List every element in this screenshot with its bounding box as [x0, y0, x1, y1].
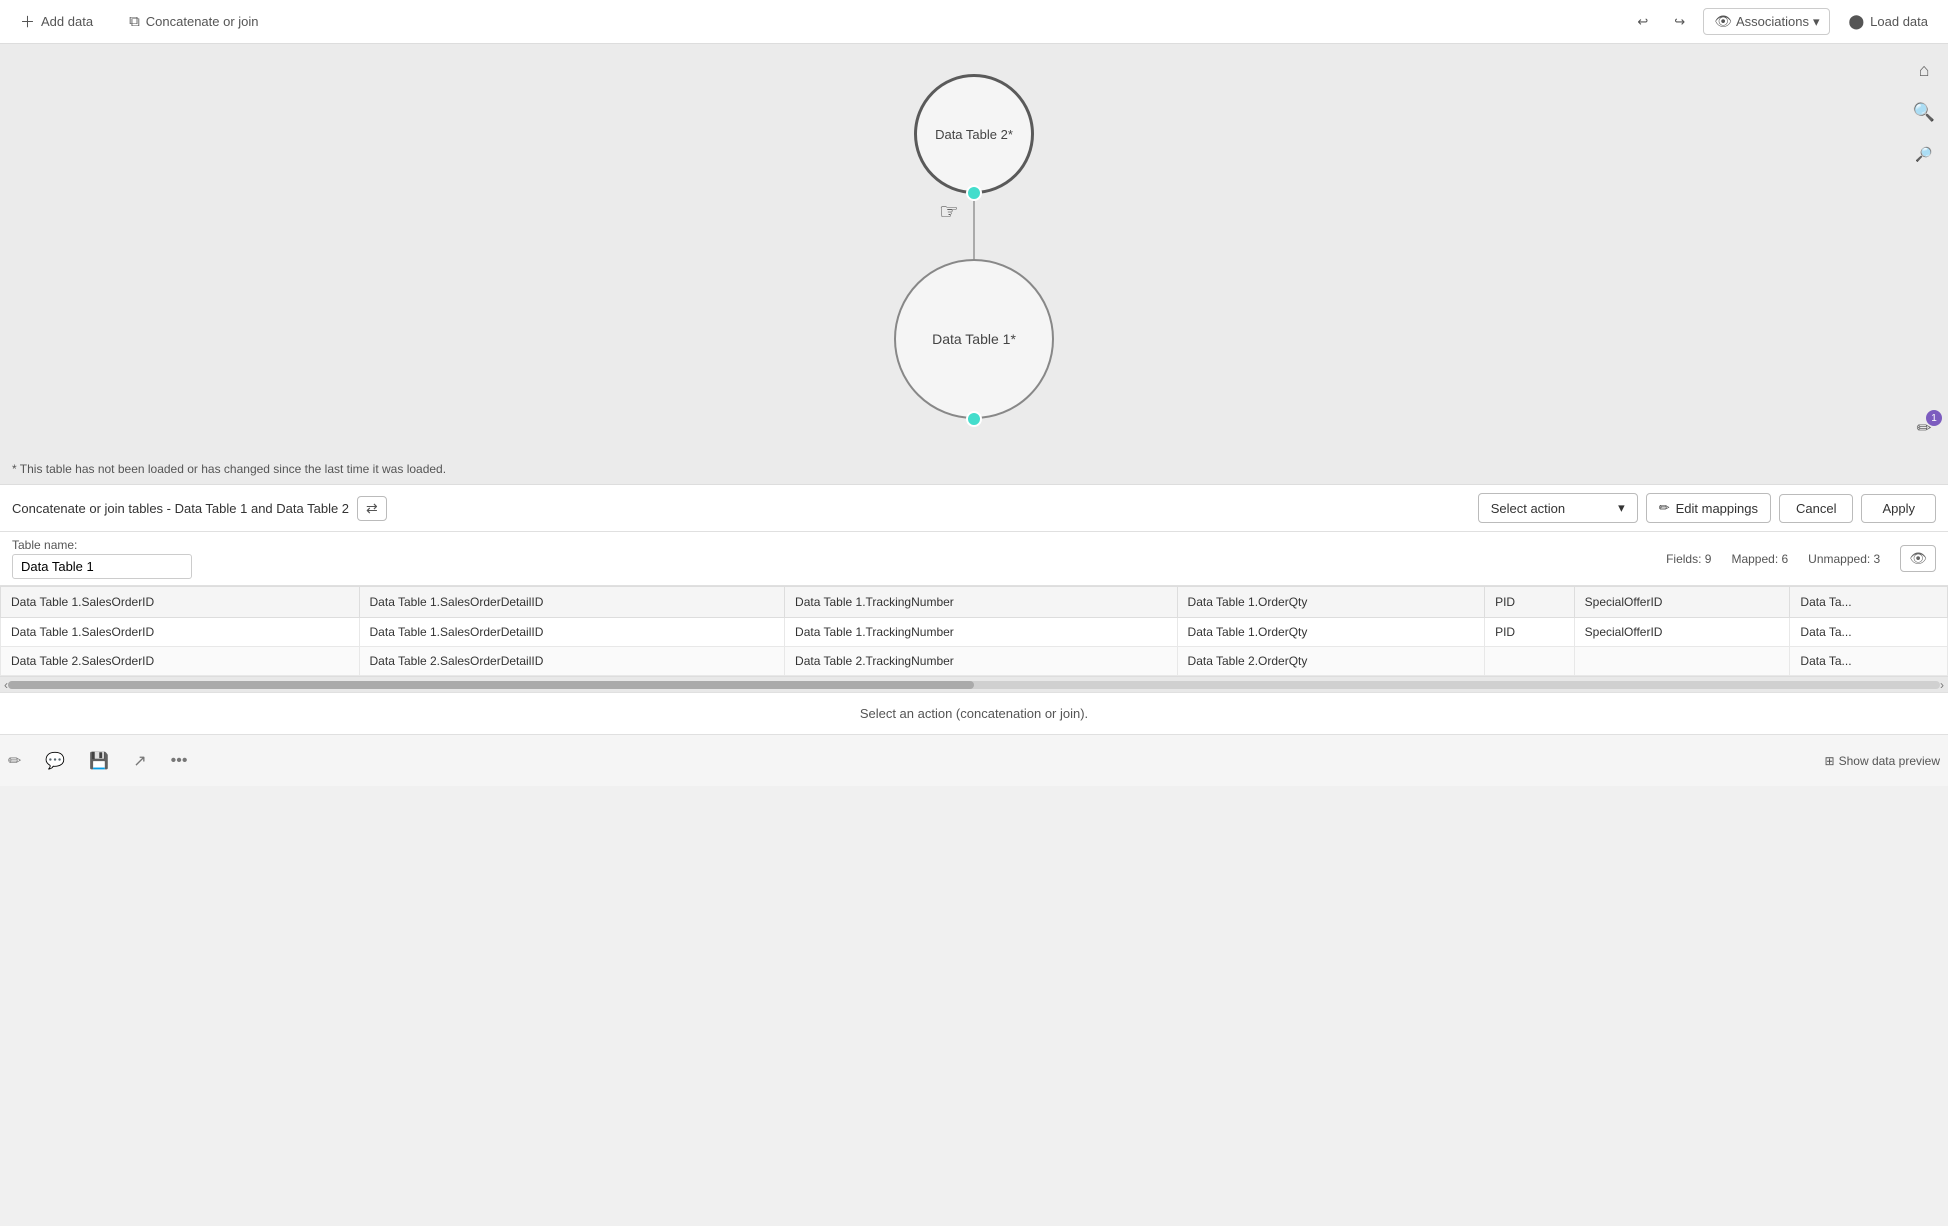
status-message: Select an action (concatenation or join)…: [860, 706, 1088, 721]
redo-button[interactable]: ↪: [1666, 10, 1693, 34]
fields-count: Fields: 9: [1666, 552, 1711, 566]
insights-button[interactable]: ✏ 1: [1906, 410, 1942, 446]
bottom-icon-bar: ✏ 💬 💾 ↗ ••• ⊞ Show data preview: [0, 734, 1948, 786]
table-header-row: Data Table 1.SalesOrderID Data Table 1.S…: [1, 587, 1948, 618]
zoom-out-button[interactable]: 🔎: [1906, 136, 1942, 172]
col-header-2: Data Table 1.SalesOrderDetailID: [359, 587, 785, 618]
dropdown-arrow-icon: ▾: [1618, 500, 1625, 516]
more-icon: •••: [171, 752, 188, 770]
cancel-button[interactable]: Cancel: [1779, 494, 1853, 523]
grid-icon: ⊞: [1825, 754, 1835, 768]
cell-1-6: SpecialOfferID: [1574, 618, 1790, 647]
table-name-input[interactable]: [12, 554, 192, 579]
cell-2-3: Data Table 2.TrackingNumber: [785, 647, 1178, 676]
col-header-1: Data Table 1.SalesOrderID: [1, 587, 360, 618]
comment-button[interactable]: 💬: [45, 751, 65, 771]
connector-dot-bottom: [966, 411, 982, 427]
unmapped-count: Unmapped: 3: [1808, 552, 1880, 566]
horizontal-scrollbar[interactable]: ‹ ›: [0, 676, 1948, 692]
data-table: Data Table 1.SalesOrderID Data Table 1.S…: [0, 586, 1948, 676]
pencil-tool-icon: ✏: [8, 751, 21, 771]
table-row: Data Table 2.SalesOrderID Data Table 2.S…: [1, 647, 1948, 676]
cell-2-5: [1485, 647, 1575, 676]
canvas-area: Data Table 2* ☞ Data Table 1* ⌂ 🔍 🔎 ✏ 1: [0, 44, 1948, 454]
comment-icon: 💬: [45, 751, 65, 771]
panel-toolbar-right: Select action ▾ ✏ Edit mappings Cancel A…: [1478, 493, 1936, 523]
table-name-section: Table name:: [12, 538, 192, 579]
load-data-button[interactable]: ⬤ Load data: [1840, 9, 1936, 34]
cell-1-1: Data Table 1.SalesOrderID: [1, 618, 360, 647]
scrollbar-thumb[interactable]: [8, 681, 974, 689]
save-button[interactable]: 💾: [89, 751, 109, 771]
associations-button[interactable]: 👁 Associations ▾: [1703, 8, 1830, 35]
pencil-icon: ✏: [1659, 500, 1670, 516]
cell-2-7: Data Ta...: [1790, 647, 1948, 676]
zoom-in-button[interactable]: 🔍: [1906, 94, 1942, 130]
cell-2-1: Data Table 2.SalesOrderID: [1, 647, 360, 676]
field-stats: Fields: 9 Mapped: 6 Unmapped: 3 👁: [1666, 545, 1936, 572]
col-header-5: PID: [1485, 587, 1575, 618]
cell-1-3: Data Table 1.TrackingNumber: [785, 618, 1178, 647]
table-name-row: Table name: Fields: 9 Mapped: 6 Unmapped…: [0, 532, 1948, 586]
add-data-button[interactable]: ＋ Add data: [12, 7, 101, 36]
scrollbar-track[interactable]: [8, 681, 1940, 689]
more-options-button[interactable]: •••: [171, 752, 188, 770]
mapped-count: Mapped: 6: [1731, 552, 1788, 566]
undo-button[interactable]: ↩: [1629, 10, 1656, 34]
cell-2-4: Data Table 2.OrderQty: [1177, 647, 1485, 676]
col-header-6: SpecialOfferID: [1574, 587, 1790, 618]
table-name-label: Table name:: [12, 538, 192, 552]
add-icon: ＋: [20, 11, 35, 32]
col-header-4: Data Table 1.OrderQty: [1177, 587, 1485, 618]
share-button[interactable]: ↗: [133, 751, 146, 771]
cell-2-6: [1574, 647, 1790, 676]
redo-icon: ↪: [1674, 14, 1685, 30]
concatenate-icon: ⧉: [129, 13, 140, 30]
top-bar-left: ＋ Add data ⧉ Concatenate or join: [12, 7, 267, 36]
col-header-7: Data Ta...: [1790, 587, 1948, 618]
home-icon-button[interactable]: ⌂: [1906, 52, 1942, 88]
data-table-container: Data Table 1.SalesOrderID Data Table 1.S…: [0, 586, 1948, 676]
load-icon: ⬤: [1848, 13, 1864, 30]
preview-toggle-button[interactable]: 👁: [1900, 545, 1936, 572]
swap-icon: ⇄: [366, 500, 378, 516]
select-action-button[interactable]: Select action ▾: [1478, 493, 1638, 523]
eye-icon: 👁: [1714, 13, 1732, 30]
connector-dot-top: [966, 185, 982, 201]
data-table-2-node[interactable]: Data Table 2*: [914, 74, 1034, 194]
col-header-3: Data Table 1.TrackingNumber: [785, 587, 1178, 618]
concatenate-join-button[interactable]: ⧉ Concatenate or join: [121, 9, 266, 34]
bottom-panel: Concatenate or join tables - Data Table …: [0, 484, 1948, 786]
save-icon: 💾: [89, 751, 109, 771]
cell-1-2: Data Table 1.SalesOrderDetailID: [359, 618, 785, 647]
zoom-out-icon: 🔎: [1915, 146, 1932, 163]
table-row: Data Table 1.SalesOrderID Data Table 1.S…: [1, 618, 1948, 647]
chevron-down-icon: ▾: [1813, 14, 1820, 30]
top-bar-right: ↩ ↪ 👁 Associations ▾ ⬤ Load data: [1629, 8, 1936, 35]
panel-toolbar-left: Concatenate or join tables - Data Table …: [12, 496, 387, 521]
pencil-tool-button[interactable]: ✏: [8, 751, 21, 771]
cursor-hand-indicator: ☞: [939, 199, 959, 225]
share-icon: ↗: [133, 751, 146, 771]
undo-icon: ↩: [1637, 14, 1648, 30]
cell-1-7: Data Ta...: [1790, 618, 1948, 647]
right-sidebar: ⌂ 🔍 🔎 ✏ 1: [1900, 44, 1948, 454]
edit-mappings-button[interactable]: ✏ Edit mappings: [1646, 493, 1771, 523]
panel-title: Concatenate or join tables - Data Table …: [12, 501, 349, 516]
status-bar: Select an action (concatenation or join)…: [0, 692, 1948, 734]
zoom-in-icon: 🔍: [1913, 102, 1935, 123]
cell-1-4: Data Table 1.OrderQty: [1177, 618, 1485, 647]
apply-button[interactable]: Apply: [1861, 494, 1936, 523]
cell-1-5: PID: [1485, 618, 1575, 647]
top-bar: ＋ Add data ⧉ Concatenate or join ↩ ↪ 👁 A…: [0, 0, 1948, 44]
data-table-1-node[interactable]: Data Table 1*: [894, 259, 1054, 419]
home-icon: ⌂: [1919, 60, 1930, 81]
swap-button[interactable]: ⇄: [357, 496, 387, 521]
show-data-preview-button[interactable]: ⊞ Show data preview: [1825, 754, 1940, 768]
scroll-right-button[interactable]: ›: [1940, 678, 1944, 692]
cell-2-2: Data Table 2.SalesOrderDetailID: [359, 647, 785, 676]
warning-text: * This table has not been loaded or has …: [0, 454, 1948, 484]
panel-toolbar: Concatenate or join tables - Data Table …: [0, 485, 1948, 532]
eye-preview-icon: 👁: [1909, 550, 1927, 566]
